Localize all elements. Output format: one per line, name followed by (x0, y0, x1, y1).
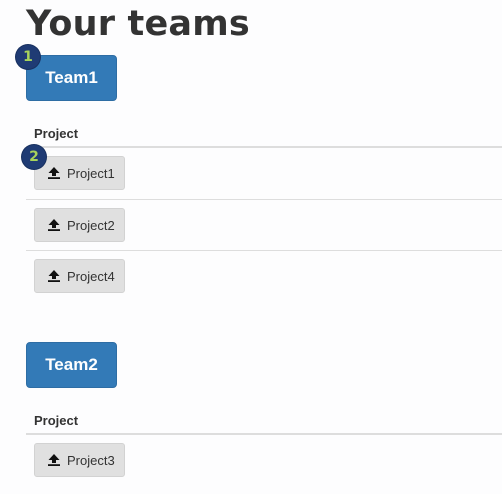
project4-button[interactable]: Project4 (34, 259, 125, 293)
table-row: Project2 (26, 199, 502, 250)
upload-icon (47, 218, 61, 232)
team1-button[interactable]: Team1 (26, 55, 117, 101)
project-table: Project Project1 Project2 Project4 (26, 121, 502, 301)
project-button-label: Project1 (67, 165, 115, 181)
project3-button[interactable]: Project3 (34, 443, 125, 477)
project1-button[interactable]: Project1 (34, 156, 125, 190)
table-row: Project3 (26, 435, 502, 486)
step-badge-2: 2 (22, 145, 46, 169)
team-section-team2: Team2 Project Project3 (26, 342, 502, 486)
project-button-label: Project4 (67, 268, 115, 284)
upload-icon (47, 166, 61, 180)
upload-icon (47, 269, 61, 283)
upload-icon (47, 453, 61, 467)
project-column-header: Project (26, 121, 502, 148)
page-title: Your teams (26, 4, 250, 44)
team2-button[interactable]: Team2 (26, 342, 117, 388)
project2-button[interactable]: Project2 (34, 208, 125, 242)
project-button-label: Project3 (67, 452, 115, 468)
table-row: Project1 (26, 148, 502, 199)
table-row: Project4 (26, 250, 502, 301)
project-button-label: Project2 (67, 217, 115, 233)
project-column-header: Project (26, 408, 502, 435)
page: Your teams Team1 Project Project1 Projec (0, 0, 502, 494)
step-badge-1: 1 (16, 45, 40, 69)
team-section-team1: Team1 Project Project1 Project2 Project4 (26, 55, 502, 301)
project-table: Project Project3 (26, 408, 502, 486)
